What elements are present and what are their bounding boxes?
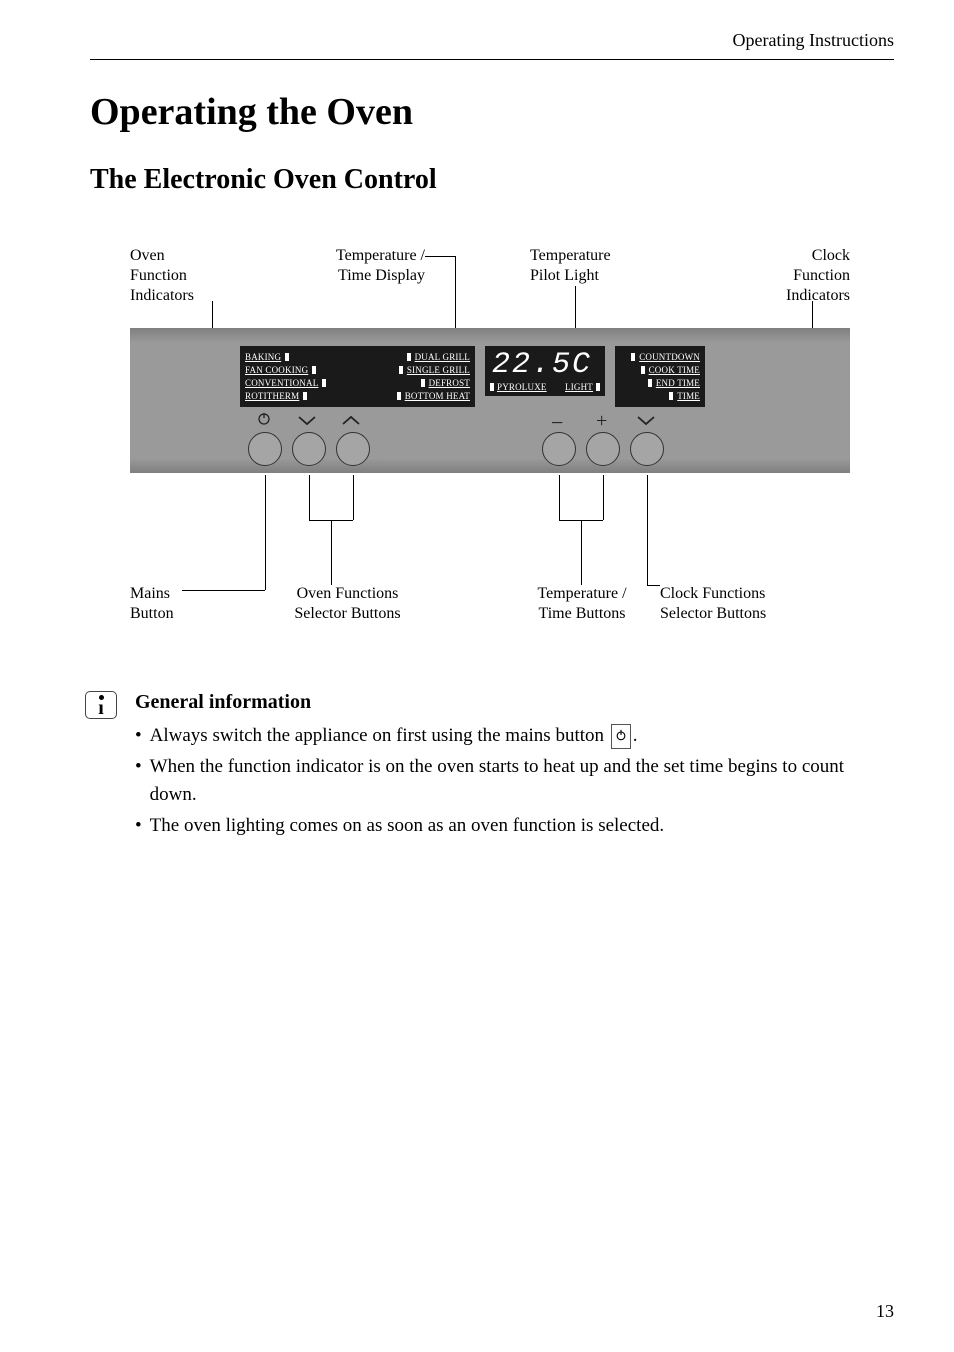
label-temp-pilot: TemperaturePilot Light xyxy=(530,246,611,286)
page-subtitle: The Electronic Oven Control xyxy=(90,164,894,196)
chevron-up-icon xyxy=(341,411,361,432)
label-temp-time-display: Temperature /Time Display xyxy=(295,246,425,286)
control-panel-diagram: OvenFunctionIndicators Temperature /Time… xyxy=(130,246,850,646)
clock-select-button[interactable] xyxy=(630,432,664,466)
panel-conventional: CONVENTIONAL xyxy=(245,378,318,388)
panel-cooktime: COOK TIME xyxy=(649,365,700,375)
panel-temp-value: 22.5C xyxy=(490,350,600,380)
page-title: Operating the Oven xyxy=(90,90,894,134)
panel-dualgrill: DUAL GRILL xyxy=(415,352,470,362)
info-list: Always switch the appliance on first usi… xyxy=(135,722,894,840)
panel-endtime: END TIME xyxy=(656,378,700,388)
panel-pyroluxe: PYROLUXE xyxy=(497,382,547,392)
label-oven-function-indicators: OvenFunctionIndicators xyxy=(130,246,194,306)
power-icon xyxy=(257,412,271,431)
header-section: Operating Instructions xyxy=(90,30,894,60)
oven-func-up-button[interactable] xyxy=(336,432,370,466)
temp-down-button[interactable] xyxy=(542,432,576,466)
label-clock-function-indicators: ClockFunctionIndicators xyxy=(760,246,850,306)
panel-bottomheat: BOTTOM HEAT xyxy=(405,391,470,401)
panel-light: LIGHT xyxy=(565,382,593,392)
panel-time: TIME xyxy=(677,391,700,401)
label-mains-button: MainsButton xyxy=(130,584,174,624)
info-item: Always switch the appliance on first usi… xyxy=(150,722,638,751)
panel-fancooking: FAN COOKING xyxy=(245,365,308,375)
panel-singlegrill: SINGLE GRILL xyxy=(407,365,470,375)
panel-rotitherm: ROTITHERM xyxy=(245,391,299,401)
info-item: The oven lighting comes on as soon as an… xyxy=(150,812,664,841)
panel-baking: BAKING xyxy=(245,352,281,362)
info-icon: ı xyxy=(85,691,117,719)
chevron-down-icon xyxy=(636,411,656,432)
label-clock-func-selector: Clock FunctionsSelector Buttons xyxy=(660,584,810,624)
plus-icon: + xyxy=(596,410,607,433)
info-heading: General information xyxy=(135,691,894,714)
chevron-down-icon xyxy=(297,411,317,432)
panel-countdown: COUNTDOWN xyxy=(639,352,700,362)
label-oven-func-selector: Oven FunctionsSelector Buttons xyxy=(285,584,410,624)
oven-func-down-button[interactable] xyxy=(292,432,326,466)
mains-button[interactable] xyxy=(248,432,282,466)
page-number: 13 xyxy=(876,1301,894,1322)
temp-up-button[interactable] xyxy=(586,432,620,466)
panel-defrost: DEFROST xyxy=(429,378,470,388)
label-temp-time-buttons: Temperature /Time Buttons xyxy=(522,584,642,624)
info-item: When the function indicator is on the ov… xyxy=(150,753,894,810)
